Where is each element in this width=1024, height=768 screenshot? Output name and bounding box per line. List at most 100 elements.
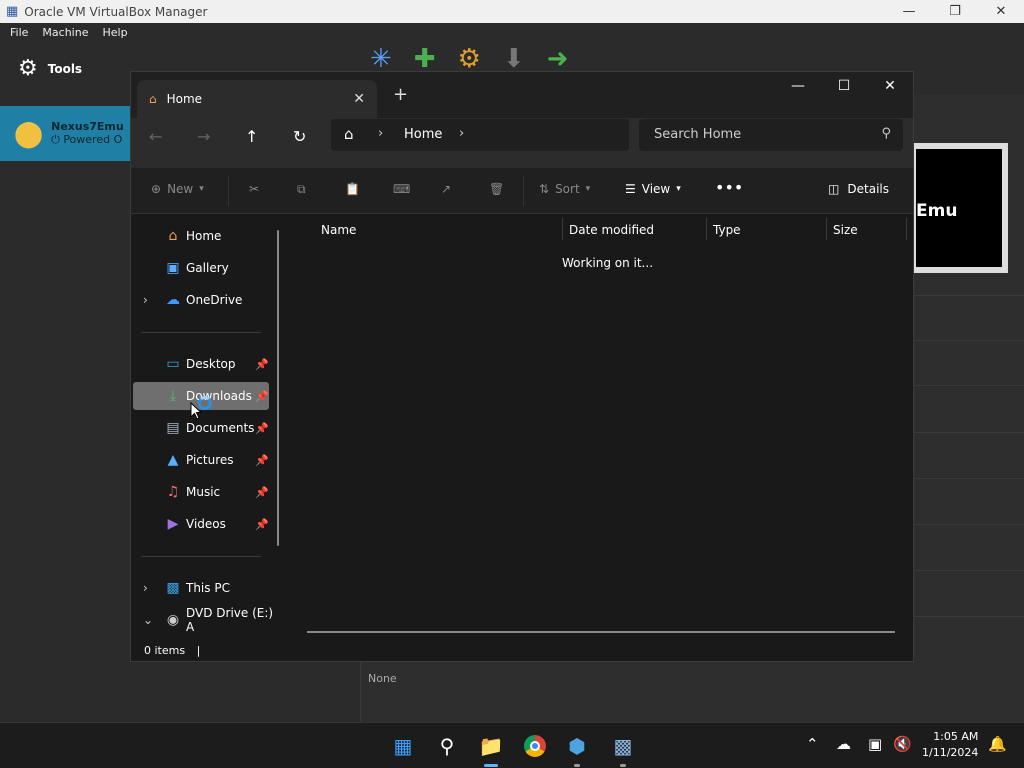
vbox-minimize-button[interactable]: — <box>886 0 932 23</box>
new-tab-button[interactable]: + <box>393 84 408 105</box>
chevron-right-icon[interactable]: › <box>143 293 148 307</box>
pin-icon: 📌 <box>255 389 269 403</box>
nav-item-onedrive[interactable]: › ☁ OneDrive <box>133 286 269 314</box>
column-name[interactable]: Name <box>321 218 356 242</box>
music-icon: ♫ <box>166 484 180 500</box>
status-bar: 0 items | <box>131 642 913 662</box>
vbox-menubar: File Machine Help <box>0 23 1024 42</box>
menu-file[interactable]: File <box>10 26 28 39</box>
taskbar-chrome[interactable] <box>520 731 550 761</box>
address-home-icon[interactable]: ⌂ <box>344 125 354 143</box>
vbox-close-button[interactable]: ✕ <box>978 0 1024 23</box>
sort-button[interactable]: ⇅ Sort ▾ <box>539 182 590 196</box>
clock[interactable]: 1:05 AM 1/11/2024 <box>922 729 978 761</box>
onedrive-icon[interactable]: ☁ <box>836 735 851 753</box>
view-button[interactable]: ☰ View ▾ <box>625 182 681 196</box>
close-tab-icon[interactable]: ✕ <box>353 91 365 107</box>
nav-item-desktop[interactable]: ▭ Desktop 📌 <box>133 350 269 378</box>
vbox-maximize-button[interactable]: ❐ <box>932 0 978 23</box>
chevron-right-icon[interactable]: › <box>378 126 383 141</box>
volume-muted-icon[interactable]: 🔇 <box>893 735 912 753</box>
view-icon: ☰ <box>625 182 636 196</box>
delete-icon[interactable]: 🗑 <box>489 182 504 196</box>
document-icon: ▤ <box>166 420 180 436</box>
nav-item-videos[interactable]: ▶ Videos 📌 <box>133 510 269 538</box>
new-button[interactable]: ⊕ New ▾ <box>151 182 204 196</box>
column-size[interactable]: Size <box>833 218 858 242</box>
share-icon[interactable]: ↗ <box>441 182 451 196</box>
nav-label: Gallery <box>186 261 229 275</box>
nav-item-home[interactable]: ⌂ Home <box>133 222 269 250</box>
nav-label: Documents <box>186 421 255 435</box>
sort-label: Sort <box>555 182 580 196</box>
chevron-down-icon: ▾ <box>199 184 204 194</box>
discard-icon[interactable]: ⬇ <box>503 44 525 74</box>
address-bar[interactable] <box>331 119 629 151</box>
refresh-icon[interactable]: ↻ <box>293 127 306 146</box>
sort-icon: ⇅ <box>539 182 550 196</box>
nav-scrollbar[interactable] <box>277 230 279 546</box>
copy-icon[interactable]: ⧉ <box>297 182 306 197</box>
nav-item-music[interactable]: ♫ Music 📌 <box>133 478 269 506</box>
back-icon[interactable]: ← <box>149 127 162 146</box>
nav-item-dvd-drive[interactable]: ⌄ ◉ DVD Drive (E:) A <box>133 606 283 634</box>
virtualbox-icon: ⬢ <box>568 734 586 758</box>
start-button[interactable]: ▦ <box>388 731 418 761</box>
search-button[interactable]: ⚲ <box>432 731 462 761</box>
forward-icon[interactable]: → <box>197 127 210 146</box>
notification-bell-icon[interactable]: 🔔 <box>988 735 1007 753</box>
menu-help[interactable]: Help <box>102 26 127 39</box>
pin-icon: 📌 <box>255 453 269 467</box>
taskbar-app[interactable]: ▩ <box>608 731 638 767</box>
vm-list-item[interactable]: ⬤ Nexus7Emu ⏻ Powered O <box>0 106 135 161</box>
horizontal-scrollbar[interactable] <box>307 631 895 633</box>
settings-icon[interactable]: ⚙ <box>458 44 481 74</box>
rename-icon[interactable]: ⌨ <box>393 182 410 196</box>
nav-item-this-pc[interactable]: › ▩ This PC <box>133 574 269 602</box>
column-date-modified[interactable]: Date modified <box>569 218 654 242</box>
date: 1/11/2024 <box>922 746 979 759</box>
search-input[interactable]: Search Home ⚲ <box>639 119 903 151</box>
tools-icon: ⚙ <box>18 56 38 81</box>
tab-bar: ⌂ Home ✕ + — ☐ ✕ <box>131 72 913 118</box>
paste-icon[interactable]: 📋 <box>345 182 360 196</box>
vbox-tools-item[interactable]: ⚙ Tools <box>18 56 82 81</box>
taskbar-virtualbox[interactable]: ⬢ <box>562 731 592 767</box>
minimize-button[interactable]: — <box>775 72 821 102</box>
column-type[interactable]: Type <box>713 218 741 242</box>
cut-icon[interactable]: ✂ <box>249 182 259 196</box>
more-options-icon[interactable]: ••• <box>715 178 743 197</box>
navigation-pane: ⌂ Home ▣ Gallery › ☁ OneDrive ▭ Desktop … <box>131 214 289 642</box>
home-icon: ⌂ <box>168 228 178 244</box>
command-bar: ⊕ New ▾ ✂ ⧉ 📋 ⌨ ↗ 🗑 ⇅ Sort ▾ ☰ View ▾ ••… <box>131 168 913 214</box>
search-icon: ⚲ <box>881 126 891 141</box>
virtualbox-icon: ▦ <box>6 4 19 19</box>
nav-item-gallery[interactable]: ▣ Gallery <box>133 254 269 282</box>
taskbar-file-explorer[interactable]: 📁 <box>476 731 506 767</box>
breadcrumb-home[interactable]: Home <box>404 127 442 142</box>
chevron-down-icon[interactable]: ⌄ <box>143 613 153 627</box>
picture-icon: ▲ <box>167 452 179 468</box>
nav-label: Desktop <box>186 357 236 371</box>
tab-home[interactable]: ⌂ Home ✕ <box>137 80 377 118</box>
nav-item-pictures[interactable]: ▲ Pictures 📌 <box>133 446 269 474</box>
vbox-title: ▦ Oracle VM VirtualBox Manager <box>6 4 207 19</box>
time: 1:05 AM <box>933 730 979 743</box>
chevron-right-icon[interactable]: › <box>459 126 464 141</box>
video-icon: ▶ <box>167 516 179 532</box>
menu-machine[interactable]: Machine <box>42 26 88 39</box>
new-vm-icon[interactable]: ✳ <box>370 44 392 74</box>
start-icon[interactable]: ➜ <box>547 44 569 74</box>
new-label: New <box>167 182 194 196</box>
chevron-up-icon[interactable]: ⌃ <box>806 735 819 753</box>
up-icon[interactable]: ↑ <box>245 127 258 146</box>
close-button[interactable]: ✕ <box>867 72 913 102</box>
details-button[interactable]: ◫ Details <box>828 182 889 196</box>
add-icon[interactable]: ✚ <box>414 44 436 74</box>
pin-icon: 📌 <box>255 485 269 499</box>
network-icon[interactable]: ▣ <box>868 735 882 753</box>
chevron-right-icon[interactable]: › <box>143 581 148 595</box>
vm-preview: Emu <box>910 143 1008 273</box>
maximize-button[interactable]: ☐ <box>821 72 867 102</box>
vm-os-icon: ⬤ <box>14 118 44 149</box>
